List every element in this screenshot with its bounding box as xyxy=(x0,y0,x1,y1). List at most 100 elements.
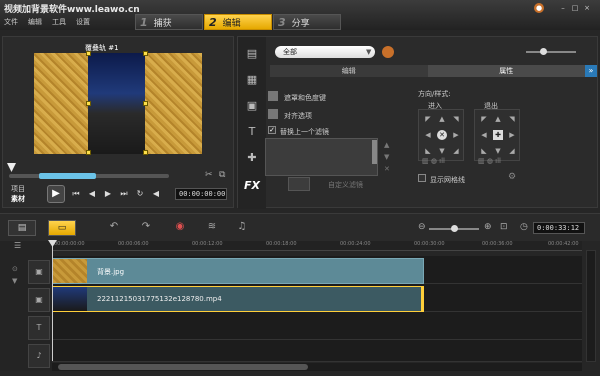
clip-mode-label[interactable]: 素材 xyxy=(11,194,25,204)
split-icon[interactable]: ✂ xyxy=(205,170,213,180)
zoom-slider[interactable] xyxy=(526,51,576,53)
move-down-icon[interactable]: ▼ xyxy=(384,153,389,161)
title-track-head[interactable]: T xyxy=(28,316,50,340)
track-manager-icon[interactable]: ☰ xyxy=(14,241,21,250)
minimize-icon[interactable]: – xyxy=(558,3,568,13)
arrow-bottomright-icon[interactable]: ◢ xyxy=(451,146,461,156)
video-clip[interactable]: 22211215031775132e128780.mp4 xyxy=(52,286,424,312)
text-icon[interactable]: T xyxy=(243,125,261,139)
redo-icon[interactable]: ↷ xyxy=(138,221,154,235)
prev-frame-icon[interactable]: ◀ xyxy=(85,187,99,201)
arrow-right-icon[interactable]: ▶ xyxy=(451,130,461,140)
no-direction-icon[interactable]: ✕ xyxy=(437,130,447,140)
undo-icon[interactable]: ↶ xyxy=(106,221,122,235)
repeat-icon[interactable]: ↻ xyxy=(133,187,147,201)
arrow-up-icon[interactable]: ▲ xyxy=(493,114,503,124)
video-track-head[interactable]: ▣ xyxy=(28,260,50,284)
resize-handle[interactable] xyxy=(143,51,148,56)
arrow-bottomleft-icon[interactable]: ◣ xyxy=(423,146,433,156)
timeline-zoom-knob[interactable] xyxy=(451,225,458,232)
resize-handle[interactable] xyxy=(86,150,91,155)
arrow-topright-icon[interactable]: ◥ xyxy=(451,114,461,124)
arrow-topright-icon[interactable]: ◥ xyxy=(507,114,517,124)
step-edit[interactable]: 2 编辑 xyxy=(204,14,272,30)
background-clip[interactable]: 背景.jpg xyxy=(52,258,424,284)
transition-icon[interactable]: ▦ xyxy=(243,73,261,87)
next-frame-icon[interactable]: ▶ xyxy=(101,187,115,201)
arrow-up-icon[interactable]: ▲ xyxy=(437,114,447,124)
chevron-down-icon[interactable]: ▼ xyxy=(366,48,371,56)
title-track[interactable] xyxy=(52,312,582,340)
scrollbar-thumb[interactable] xyxy=(58,364,308,370)
move-up-icon[interactable]: ▲ xyxy=(384,141,389,149)
zoom-slider-knob[interactable] xyxy=(540,48,547,55)
filter-icon[interactable] xyxy=(382,46,394,58)
zoom-out-icon[interactable]: ⊖ xyxy=(418,222,426,232)
close-icon[interactable]: × xyxy=(582,3,592,13)
overlay-track-head[interactable]: ▣ xyxy=(28,288,50,312)
voice-track[interactable] xyxy=(52,340,582,362)
zoom-in-icon[interactable]: ⊕ xyxy=(484,222,492,232)
menu-settings[interactable]: 设置 xyxy=(76,17,90,27)
enter-speed-icons[interactable]: ▥ ◍ ıll xyxy=(422,157,445,165)
play-button[interactable]: ▶ xyxy=(47,185,65,203)
media-icon[interactable]: ▤ xyxy=(243,47,261,61)
arrow-topleft-icon[interactable]: ◤ xyxy=(423,114,433,124)
arrow-bottomleft-icon[interactable]: ◣ xyxy=(479,146,489,156)
storyboard-view-button[interactable]: ▤ xyxy=(8,220,36,236)
arrow-left-icon[interactable]: ◀ xyxy=(423,130,433,140)
category-dropdown[interactable]: 全部 xyxy=(275,46,375,58)
audio-mixer-icon[interactable]: ≋ xyxy=(204,221,220,235)
playhead[interactable] xyxy=(52,241,53,361)
grid-settings-icon[interactable]: ⚙ xyxy=(508,172,516,182)
arrow-left-icon[interactable]: ◀ xyxy=(479,130,489,140)
step-share[interactable]: 3 分享 xyxy=(273,14,341,30)
graphics-icon[interactable]: ✚ xyxy=(243,151,261,165)
timeline-view-button[interactable]: ▭ xyxy=(48,220,76,236)
record-icon[interactable]: ◉ xyxy=(172,221,188,235)
grid-lines-checkbox[interactable] xyxy=(418,174,426,182)
replace-filter-checkbox[interactable]: ✓ xyxy=(268,126,276,134)
arrow-right-icon[interactable]: ▶ xyxy=(507,130,517,140)
list-scrollbar[interactable] xyxy=(372,140,377,164)
title-template-icon[interactable]: ▣ xyxy=(243,99,261,113)
start-icon[interactable]: ⏮ xyxy=(69,187,83,201)
project-duration[interactable]: 0:00:33:12 xyxy=(533,222,585,234)
help-icon[interactable]: ● xyxy=(534,3,544,13)
volume-icon[interactable]: ◀ xyxy=(149,187,163,201)
preset-picker[interactable] xyxy=(288,177,310,191)
arrow-topleft-icon[interactable]: ◤ xyxy=(479,114,489,124)
trim-marker-icon[interactable] xyxy=(7,163,16,172)
resize-handle[interactable] xyxy=(86,101,91,106)
fit-project-icon[interactable]: ⊡ xyxy=(500,222,508,232)
step-capture[interactable]: 1 捕获 xyxy=(135,14,203,30)
custom-filter-label[interactable]: 自定义滤镜 xyxy=(328,180,363,190)
maximize-icon[interactable]: □ xyxy=(570,3,580,13)
arrow-bottomright-icon[interactable]: ◢ xyxy=(507,146,517,156)
overlay-clip[interactable] xyxy=(88,53,145,154)
timeline-vertical-scrollbar[interactable] xyxy=(586,250,596,362)
lock-icon[interactable]: ⊙ xyxy=(12,265,18,273)
mask-chroma-label[interactable]: 遮罩和色度键 xyxy=(284,93,326,103)
end-icon[interactable]: ⏭ xyxy=(117,187,131,201)
arrow-down-icon[interactable]: ▼ xyxy=(493,146,503,156)
collapse-icon[interactable]: » xyxy=(585,65,597,77)
menu-file[interactable]: 文件 xyxy=(4,17,18,27)
preview-timecode[interactable]: 00:00:00:00 xyxy=(175,188,227,200)
menu-edit[interactable]: 编辑 xyxy=(28,17,42,27)
resize-handle[interactable] xyxy=(143,101,148,106)
resize-handle[interactable] xyxy=(143,150,148,155)
tab-properties[interactable]: 属性 xyxy=(427,65,585,77)
voice-track-head[interactable]: ♪ xyxy=(28,344,50,368)
filter-list[interactable] xyxy=(265,138,378,176)
enlarge-icon[interactable]: ⧉ xyxy=(219,170,225,180)
tab-edit[interactable]: 编辑 xyxy=(270,65,428,77)
no-direction-icon[interactable]: ✚ xyxy=(493,130,503,140)
fx-icon[interactable]: FX xyxy=(243,179,261,193)
timeline-ruler[interactable]: 00:00:00:00 00:00:06:00 00:00:12:00 00:0… xyxy=(52,241,582,251)
exit-speed-icons[interactable]: ▥ ◍ ıll xyxy=(478,157,501,165)
align-options-label[interactable]: 对齐选项 xyxy=(284,111,312,121)
trim-selection[interactable] xyxy=(39,173,96,179)
delete-icon[interactable]: ✕ xyxy=(384,165,390,173)
menu-tools[interactable]: 工具 xyxy=(52,17,66,27)
